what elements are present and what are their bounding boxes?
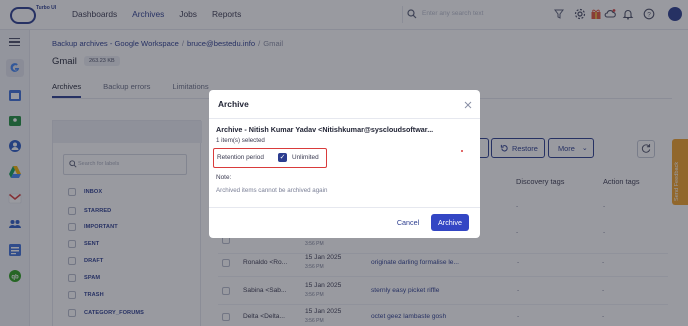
retention-period-field: Retention period ✓ Unlimited	[213, 148, 327, 168]
retention-period-label: Retention period	[217, 154, 264, 161]
indicator-dot	[461, 150, 463, 152]
note-text: Archived items cannot be archived again	[216, 187, 328, 194]
dialog-divider	[209, 118, 480, 119]
unlimited-label[interactable]: Unlimited	[292, 154, 319, 161]
note-label: Note:	[216, 174, 232, 181]
cancel-button[interactable]: Cancel	[392, 214, 424, 232]
dialog-footer-divider	[209, 207, 480, 208]
close-icon[interactable]	[464, 101, 472, 109]
archive-item-title: Archive - Nitish Kumar Yadav <Nitishkuma…	[216, 125, 434, 134]
selected-count: 1 item(s) selected	[216, 137, 265, 144]
dialog-title: Archive	[218, 99, 249, 109]
archive-confirm-button[interactable]: Archive	[431, 214, 469, 231]
archive-dialog: Archive Archive - Nitish Kumar Yadav <Ni…	[209, 90, 480, 238]
unlimited-checkbox[interactable]: ✓	[278, 153, 287, 162]
